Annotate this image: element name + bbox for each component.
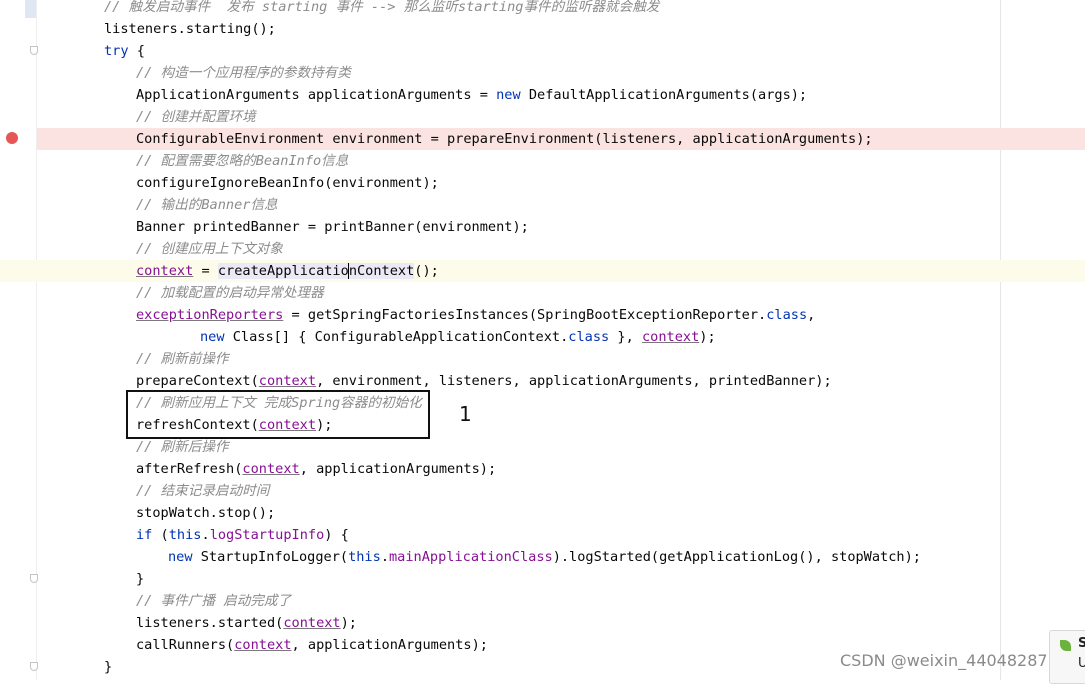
code-line[interactable]: // 输出的Banner信息 [0,194,1085,216]
popup-title: S [1078,636,1085,651]
code-line[interactable]: configureIgnoreBeanInfo(environment); [0,172,1085,194]
code-line[interactable]: listeners.started(context); [0,612,1085,634]
code-line[interactable]: // 事件广播 启动完成了 [0,590,1085,612]
code-line[interactable]: // 刷新后操作 [0,436,1085,458]
code-line[interactable]: ApplicationArguments applicationArgument… [0,84,1085,106]
code-line[interactable]: stopWatch.stop(); [0,502,1085,524]
code-line[interactable]: if (this.logStartupInfo) { [0,524,1085,546]
annotation-box [126,390,430,439]
code-line[interactable]: prepareContext(context, environment, lis… [0,370,1085,392]
code-line[interactable]: // 构造一个应用程序的参数持有类 [0,62,1085,84]
breakpoint-icon[interactable] [6,132,18,144]
watermark: CSDN @weixin_44048287 [840,651,1048,670]
annotation-number: 1 [459,402,472,426]
code-line[interactable]: try { [0,40,1085,62]
code-line[interactable]: // 刷新前操作 [0,348,1085,370]
code-line[interactable]: Banner printedBanner = printBanner(envir… [0,216,1085,238]
code-line[interactable]: // 创建应用上下文对象 [0,238,1085,260]
code-line[interactable]: listeners.starting(); [0,18,1085,40]
code-line[interactable]: new Class[] { ConfigurableApplicationCon… [0,326,1085,348]
code-line[interactable]: // 结束记录启动时间 [0,480,1085,502]
code-line[interactable]: } [0,568,1085,590]
code-line[interactable]: // 创建并配置环境 [0,106,1085,128]
code-line[interactable]: // 触发启动事件 发布 starting 事件 --> 那么监听startin… [0,0,1085,18]
code-line[interactable]: // 加载配置的启动异常处理器 [0,282,1085,304]
popup-text: U [1078,656,1085,671]
code-line[interactable]: // 配置需要忽略的BeanInfo信息 [0,150,1085,172]
code-line[interactable]: exceptionReporters = getSpringFactoriesI… [0,304,1085,326]
code-line[interactable]: new StartupInfoLogger(this.mainApplicati… [0,546,1085,568]
code-line[interactable]: afterRefresh(context, applicationArgumen… [0,458,1085,480]
current-code-line[interactable]: context = createApplicationContext(); [0,260,1085,282]
spring-leaf-icon [1060,640,1071,651]
breakpoint-code-line[interactable]: ConfigurableEnvironment environment = pr… [37,128,1085,150]
